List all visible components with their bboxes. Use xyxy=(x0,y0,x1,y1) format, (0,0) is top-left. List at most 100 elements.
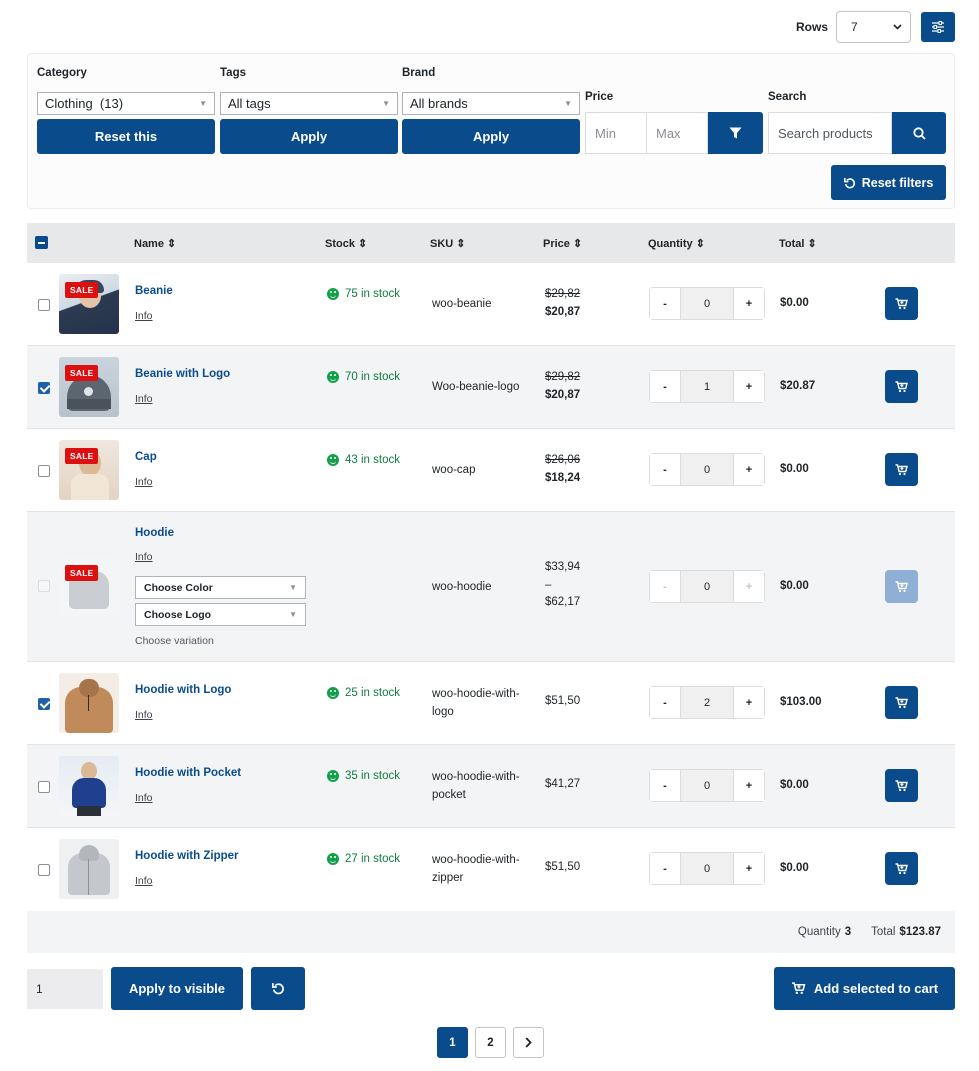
header-name[interactable]: Name ⇕ xyxy=(134,237,176,250)
reset-filters-label: Reset filters xyxy=(861,175,934,190)
qty-input[interactable]: 2 xyxy=(680,687,734,718)
rows-select[interactable]: 7 xyxy=(836,11,911,43)
add-to-cart-button[interactable] xyxy=(885,453,918,486)
tags-select[interactable]: All tags ▼ xyxy=(220,92,398,115)
product-thumbnail[interactable]: SALE xyxy=(59,357,119,417)
header-quantity[interactable]: Quantity ⇕ xyxy=(648,237,705,250)
qty-input[interactable]: 0 xyxy=(680,853,734,884)
product-thumbnail[interactable] xyxy=(59,839,119,899)
category-select[interactable]: Clothing (13) ▼ xyxy=(37,92,215,115)
category-label: Category xyxy=(37,67,87,79)
price-min-input[interactable]: Min xyxy=(585,112,647,154)
row-checkbox[interactable] xyxy=(38,465,50,477)
product-info-link[interactable]: Info xyxy=(135,792,153,804)
product-name-link[interactable]: Hoodie with Zipper xyxy=(135,850,239,862)
row-checkbox[interactable] xyxy=(38,299,50,311)
row-checkbox[interactable] xyxy=(38,580,50,592)
apply-to-visible-button[interactable]: Apply to visible xyxy=(111,967,243,1010)
qty-increase-button[interactable]: + xyxy=(734,770,764,801)
product-thumbnail[interactable]: SALE xyxy=(59,557,119,617)
add-selected-to-cart-button[interactable]: Add selected to cart xyxy=(774,967,955,1010)
reset-quantities-button[interactable] xyxy=(251,967,305,1010)
qty-decrease-button[interactable]: - xyxy=(650,371,680,402)
product-name-link[interactable]: Hoodie with Pocket xyxy=(135,767,241,779)
qty-decrease-button[interactable]: - xyxy=(650,571,680,602)
reset-category-button[interactable]: Reset this xyxy=(37,119,215,154)
add-to-cart-button[interactable] xyxy=(885,370,918,403)
apply-tags-button[interactable]: Apply xyxy=(220,119,398,154)
stock-status: 75 in stock xyxy=(327,288,400,300)
header-price[interactable]: Price ⇕ xyxy=(543,237,582,250)
category-value: Clothing (13) xyxy=(45,96,124,111)
search-button[interactable] xyxy=(892,112,946,154)
product-info-link[interactable]: Info xyxy=(135,393,153,405)
product-name-link[interactable]: Cap xyxy=(135,451,157,463)
price-range-from: $33,94 xyxy=(545,561,581,573)
qty-input[interactable]: 1 xyxy=(680,371,734,402)
product-info-link[interactable]: Info xyxy=(135,709,153,721)
bulk-quantity-input[interactable]: 1 xyxy=(27,969,103,1009)
product-thumbnail[interactable]: SALE xyxy=(59,274,119,334)
select-all-checkbox[interactable] xyxy=(35,236,48,249)
qty-increase-button[interactable]: + xyxy=(734,853,764,884)
row-checkbox[interactable] xyxy=(38,382,50,394)
qty-decrease-button[interactable]: - xyxy=(650,687,680,718)
row-checkbox[interactable] xyxy=(38,698,50,710)
logo-variation-select[interactable]: Choose Logo ▼ xyxy=(135,603,306,626)
product-thumbnail[interactable] xyxy=(59,756,119,816)
qty-decrease-button[interactable]: - xyxy=(650,454,680,485)
add-to-cart-button[interactable] xyxy=(885,686,918,719)
table-row: SALE Beanie Info 75 in stock woo-beanie … xyxy=(27,263,955,346)
add-to-cart-button[interactable] xyxy=(885,287,918,320)
apply-brand-button[interactable]: Apply xyxy=(402,119,580,154)
product-name-link[interactable]: Hoodie with Logo xyxy=(135,684,231,696)
qty-input[interactable]: 0 xyxy=(680,454,734,485)
reset-filters-button[interactable]: Reset filters xyxy=(831,165,946,200)
next-page-button[interactable] xyxy=(513,1027,544,1058)
qty-increase-button[interactable]: + xyxy=(734,687,764,718)
table-settings-button[interactable] xyxy=(921,12,955,42)
tags-value: All tags xyxy=(228,96,271,111)
search-input[interactable]: Search products xyxy=(768,112,892,154)
product-info-link[interactable]: Info xyxy=(135,875,153,887)
add-to-cart-button[interactable] xyxy=(885,769,918,802)
product-info-link[interactable]: Info xyxy=(135,551,153,563)
add-to-cart-button[interactable] xyxy=(885,852,918,885)
filter-panel: Category Tags Brand Price Search Clothin… xyxy=(27,53,955,209)
page-2-button[interactable]: 2 xyxy=(475,1027,506,1058)
header-stock[interactable]: Stock ⇕ xyxy=(325,237,367,250)
product-info-link[interactable]: Info xyxy=(135,476,153,488)
page-1-button[interactable]: 1 xyxy=(437,1027,468,1058)
qty-increase-button[interactable]: + xyxy=(734,288,764,319)
product-name-link[interactable]: Hoodie xyxy=(135,527,174,539)
qty-decrease-button[interactable]: - xyxy=(650,770,680,801)
qty-increase-button[interactable]: + xyxy=(734,371,764,402)
qty-increase-button[interactable]: + xyxy=(734,571,764,602)
product-thumbnail[interactable]: SALE xyxy=(59,440,119,500)
brand-select[interactable]: All brands ▼ xyxy=(402,92,580,115)
price-max-input[interactable]: Max xyxy=(647,112,708,154)
row-checkbox[interactable] xyxy=(38,864,50,876)
color-variation-select[interactable]: Choose Color ▼ xyxy=(135,576,306,599)
smiley-icon xyxy=(327,454,339,466)
qty-input[interactable]: 0 xyxy=(680,288,734,319)
price-filter-button[interactable] xyxy=(708,112,763,154)
row-checkbox[interactable] xyxy=(38,781,50,793)
product-info-link[interactable]: Info xyxy=(135,310,153,322)
qty-input[interactable]: 0 xyxy=(680,571,734,602)
stock-status: 70 in stock xyxy=(327,371,400,383)
product-thumbnail[interactable] xyxy=(59,673,119,733)
qty-decrease-button[interactable]: - xyxy=(650,853,680,884)
price-sale: $20,87 xyxy=(545,306,581,318)
add-to-cart-button[interactable] xyxy=(885,570,918,603)
pagination: 1 2 xyxy=(437,1027,544,1058)
product-name-link[interactable]: Beanie with Logo xyxy=(135,368,230,380)
qty-increase-button[interactable]: + xyxy=(734,454,764,485)
cart-icon xyxy=(895,297,908,309)
qty-input[interactable]: 0 xyxy=(680,770,734,801)
table-header: Name ⇕ Stock ⇕ SKU ⇕ Price ⇕ Quantity ⇕ … xyxy=(27,223,955,263)
header-total[interactable]: Total ⇕ xyxy=(779,237,817,250)
qty-decrease-button[interactable]: - xyxy=(650,288,680,319)
header-sku[interactable]: SKU ⇕ xyxy=(430,237,466,250)
product-name-link[interactable]: Beanie xyxy=(135,285,173,297)
